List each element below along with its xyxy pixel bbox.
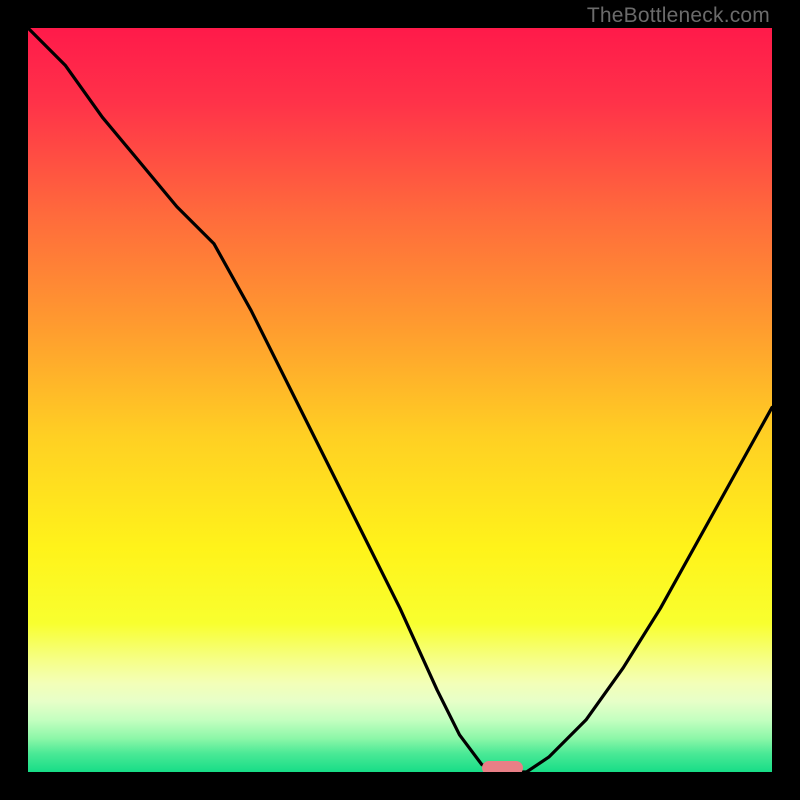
plot-area	[28, 28, 772, 772]
watermark-text: TheBottleneck.com	[587, 4, 770, 28]
bottleneck-curve	[28, 28, 772, 772]
optimal-marker	[482, 761, 523, 772]
chart-frame: TheBottleneck.com	[0, 0, 800, 800]
